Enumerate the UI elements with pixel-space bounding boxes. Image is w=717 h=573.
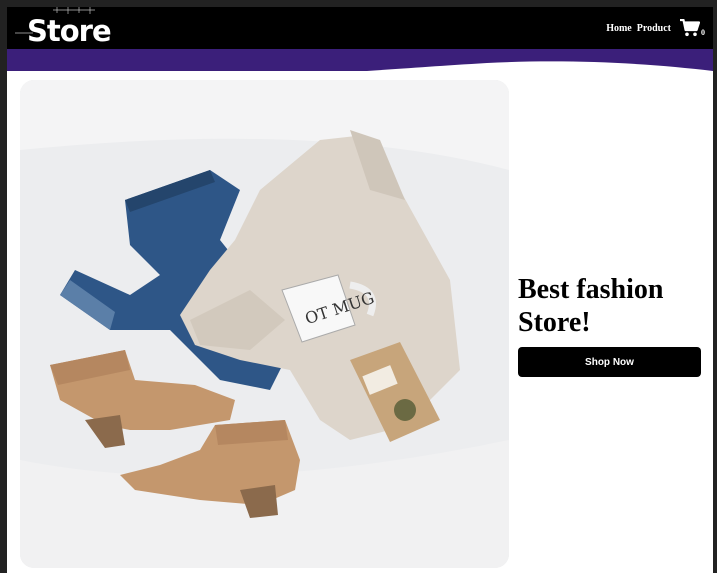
cart-icon [680,19,700,37]
page-frame: Store Home Product 0 OT MUG Best fashion… [7,7,713,573]
fashion-flatlay-image: OT MUG [20,80,509,568]
nav-home-link[interactable]: Home [606,23,632,34]
navbar: Store Home Product 0 [7,7,713,49]
nav-product-link[interactable]: Product [637,23,671,34]
nav-links: Home Product 0 [606,7,705,49]
header-wave-divider [7,49,713,71]
shop-now-button[interactable]: Shop Now [518,347,701,377]
brand-logo[interactable]: Store [27,11,112,51]
cart-count: 0 [701,28,705,37]
cart-button[interactable]: 0 [680,19,705,37]
hero-headline: Best fashion Store! [518,274,664,338]
hero-image: OT MUG [20,80,509,568]
